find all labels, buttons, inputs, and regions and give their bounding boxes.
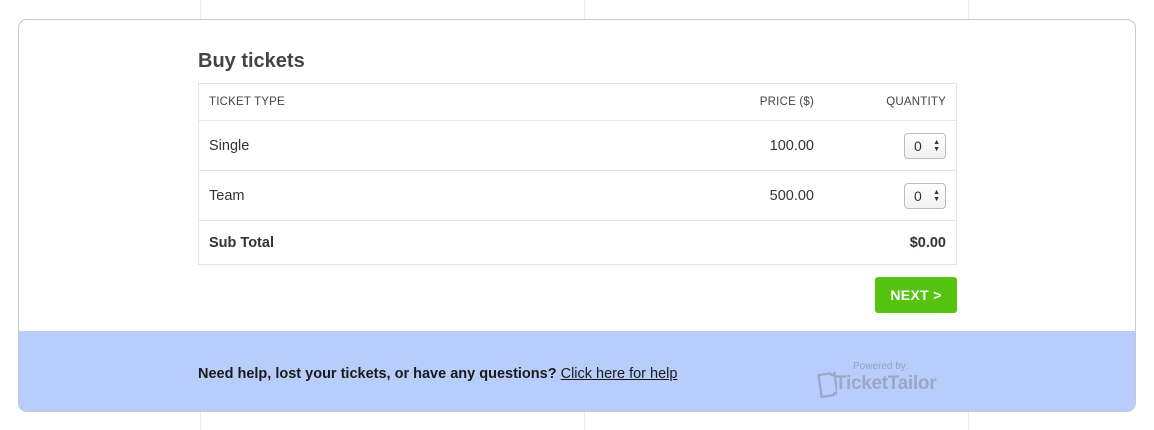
column-header-quantity: QUANTITY [886, 96, 946, 108]
ticket-type-name: Single [209, 137, 250, 154]
ticket-icon [817, 372, 837, 398]
table-header-row: TICKET TYPE PRICE ($) QUANTITY [199, 84, 956, 121]
quantity-value: 0 [914, 137, 922, 154]
quantity-select-single[interactable]: 0 ▲ ▼ [904, 132, 946, 159]
quantity-value: 0 [914, 187, 922, 204]
quantity-cell: 0 ▲ ▼ [904, 121, 946, 170]
up-down-arrows-icon: ▲ ▼ [933, 188, 940, 203]
brand-name: TicketTailor [835, 373, 937, 394]
up-down-arrows-icon: ▲ ▼ [933, 138, 940, 153]
powered-by-badge[interactable]: Powered by: TicketTailor [815, 359, 940, 405]
next-button[interactable]: NEXT > [875, 277, 957, 313]
quantity-select-team[interactable]: 0 ▲ ▼ [904, 182, 946, 209]
help-text: Need help, lost your tickets, or have an… [198, 366, 677, 382]
table-row: Team 500.00 0 ▲ ▼ [199, 171, 956, 221]
table-row: Single 100.00 0 ▲ ▼ [199, 121, 956, 171]
column-header-price: PRICE ($) [759, 96, 814, 108]
help-footer: Need help, lost your tickets, or have an… [19, 331, 1135, 411]
ticket-price: 500.00 [769, 187, 814, 204]
subtotal-value: $0.00 [909, 234, 946, 251]
ticket-type-name: Team [209, 187, 245, 204]
subtotal-label: Sub Total [209, 234, 274, 251]
column-header-ticket-type: TICKET TYPE [209, 96, 285, 108]
subtotal-row: Sub Total $0.00 [199, 221, 956, 264]
ticket-widget: Buy tickets TICKET TYPE PRICE ($) QUANTI… [18, 19, 1136, 412]
quantity-cell: 0 ▲ ▼ [904, 171, 946, 220]
ticket-price: 100.00 [769, 137, 814, 154]
help-link[interactable]: Click here for help [561, 366, 678, 382]
help-message: Need help, lost your tickets, or have an… [198, 366, 561, 382]
ticket-table: TICKET TYPE PRICE ($) QUANTITY Single 10… [198, 83, 957, 265]
powered-by-label: Powered by: [853, 361, 909, 372]
page-title: Buy tickets [198, 50, 305, 72]
